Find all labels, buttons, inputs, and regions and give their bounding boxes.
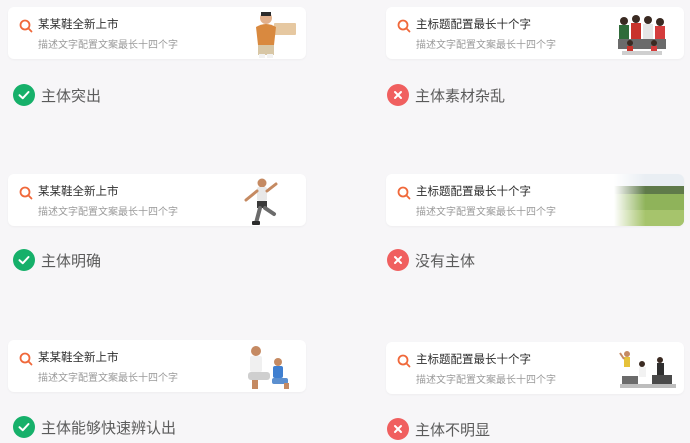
example-card-3: 某某鞋全新上市 描述文字配置文案最长十四个字 <box>8 174 306 226</box>
example-card-5: 某某鞋全新上市 描述文字配置文案最长十四个字 <box>8 340 306 392</box>
check-icon <box>18 91 30 100</box>
verdict-label: 主体明确 <box>41 251 102 270</box>
verdict-label: 主体突出 <box>41 86 102 105</box>
cross-badge <box>387 418 409 440</box>
card-description: 描述文字配置文案最长十四个字 <box>416 40 556 51</box>
card-title: 某某鞋全新上市 <box>38 350 119 364</box>
search-icon <box>397 186 411 200</box>
person-holding-shoebox-image <box>256 12 296 58</box>
group-of-people-image <box>618 15 666 55</box>
verdict-good-3: 主体能够快速辨认出 <box>13 413 176 441</box>
check-icon <box>18 256 30 265</box>
check-badge <box>13 249 35 271</box>
two-people-sitting-image <box>248 346 289 389</box>
verdict-bad-2: 没有主体 <box>387 246 475 274</box>
card-description: 描述文字配置文案最长十四个字 <box>38 373 178 384</box>
example-card-1: 某某鞋全新上市 描述文字配置文案最长十四个字 <box>8 7 306 59</box>
search-icon <box>19 19 33 33</box>
close-icon <box>394 425 402 433</box>
check-icon <box>18 423 30 432</box>
cross-badge <box>387 84 409 106</box>
search-icon <box>397 19 411 33</box>
check-badge <box>13 416 35 438</box>
verdict-bad-3: 主体不明显 <box>387 415 490 443</box>
card-title: 某某鞋全新上市 <box>38 17 119 31</box>
grass-field-landscape-image <box>614 174 684 226</box>
example-card-2: 主标题配置最长十个字 描述文字配置文案最长十四个字 <box>386 7 684 59</box>
card-description: 描述文字配置文案最长十四个字 <box>416 375 556 386</box>
check-badge <box>13 84 35 106</box>
cross-badge <box>387 249 409 271</box>
card-description: 描述文字配置文案最长十四个字 <box>38 40 178 51</box>
verdict-label: 主体能够快速辨认出 <box>41 418 177 437</box>
close-icon <box>394 91 402 99</box>
close-icon <box>394 256 402 264</box>
card-title: 主标题配置最长十个字 <box>416 17 531 31</box>
card-title: 主标题配置最长十个字 <box>416 352 531 366</box>
verdict-bad-1: 主体素材杂乱 <box>387 81 505 109</box>
verdict-good-1: 主体突出 <box>13 81 101 109</box>
athlete-kicking-image <box>244 178 278 225</box>
small-distant-figures-image <box>619 351 676 388</box>
card-description: 描述文字配置文案最长十四个字 <box>38 207 178 218</box>
example-card-4: 主标题配置最长十个字 描述文字配置文案最长十四个字 <box>386 174 684 226</box>
search-icon <box>19 352 33 366</box>
card-description: 描述文字配置文案最长十四个字 <box>416 207 556 218</box>
verdict-label: 主体素材杂乱 <box>415 86 506 105</box>
verdict-good-2: 主体明确 <box>13 246 101 274</box>
verdict-label: 没有主体 <box>415 251 476 270</box>
example-card-6: 主标题配置最长十个字 描述文字配置文案最长十四个字 <box>386 342 684 394</box>
verdict-label: 主体不明显 <box>415 420 491 439</box>
card-title: 主标题配置最长十个字 <box>416 184 531 198</box>
search-icon <box>19 186 33 200</box>
card-title: 某某鞋全新上市 <box>38 184 119 198</box>
search-icon <box>397 354 411 368</box>
